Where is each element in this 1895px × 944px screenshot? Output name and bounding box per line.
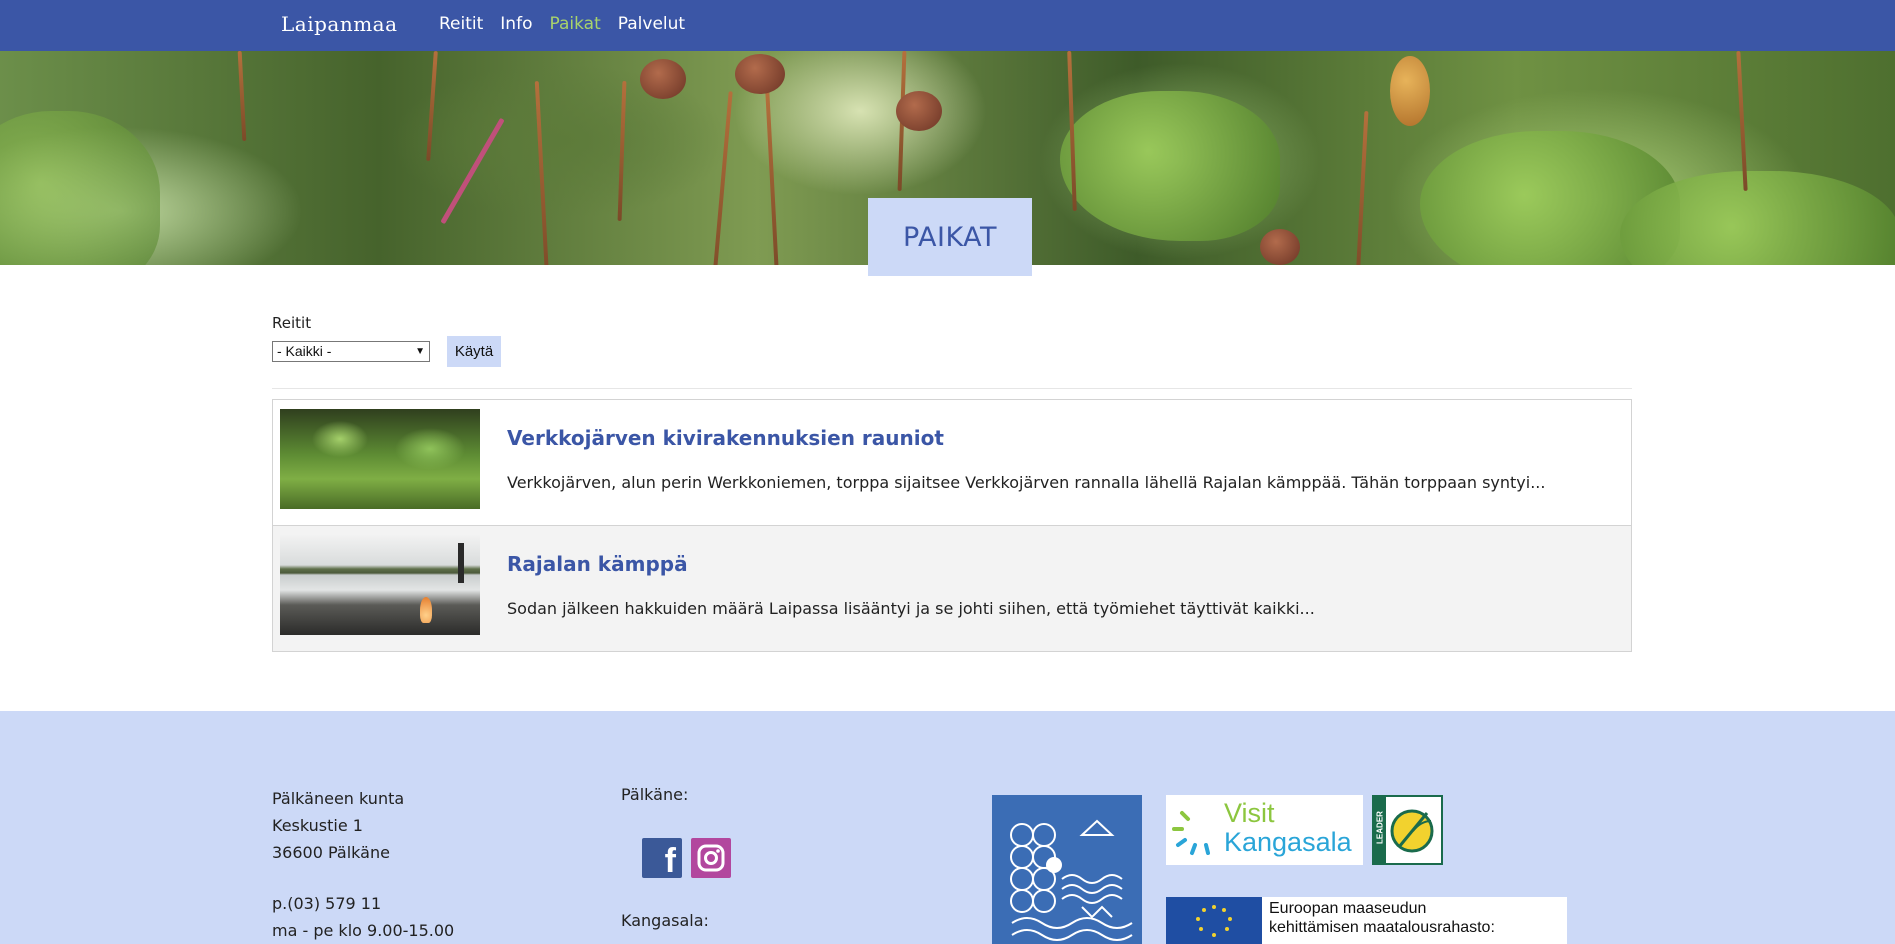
palkane-logo[interactable] [992, 795, 1142, 944]
visit-kangasala-logo[interactable]: Visit Kangasala [1166, 795, 1363, 865]
palkane-social-label: Pälkäne: [621, 785, 689, 804]
places-list: Verkkojärven kivirakennuksien rauniot Ve… [272, 399, 1632, 652]
nav-item-info[interactable]: Info [500, 14, 532, 34]
list-item[interactable]: Rajalan kämppä Sodan jälkeen hakkuiden m… [273, 526, 1631, 651]
social-links: f [642, 838, 731, 878]
footer-address: Pälkäneen kunta Keskustie 1 36600 Pälkän… [272, 785, 454, 944]
street-address: Keskustie 1 [272, 816, 363, 835]
top-navbar: Laipanmaa Reitit Info Paikat Palvelut [0, 0, 1895, 51]
leader-logo-text: LEADER [1375, 811, 1385, 844]
postal-address: 36600 Pälkäne [272, 843, 390, 862]
municipality-name: Pälkäneen kunta [272, 789, 405, 808]
place-excerpt: Sodan jälkeen hakkuiden määrä Laipassa l… [507, 599, 1315, 618]
leader-logo[interactable]: LEADER [1372, 795, 1443, 865]
nav-item-palvelut[interactable]: Palvelut [618, 14, 685, 34]
route-filter-selected: - Kaikki - [277, 343, 332, 359]
site-logo[interactable]: Laipanmaa [281, 12, 398, 36]
phone-number: p.(03) 579 11 [272, 894, 382, 913]
divider [272, 388, 1632, 389]
place-thumbnail-image[interactable] [280, 409, 480, 509]
place-title-link[interactable]: Rajalan kämppä [507, 552, 688, 576]
instagram-icon[interactable] [691, 838, 731, 878]
eu-flag-icon [1166, 897, 1262, 944]
page-title: PAIKAT [902, 221, 998, 253]
footer: Pälkäneen kunta Keskustie 1 36600 Pälkän… [0, 711, 1895, 944]
nav-item-reitit[interactable]: Reitit [439, 14, 483, 34]
eu-rural-fund-logo[interactable]: Euroopan maaseudun kehittämisen maatalou… [1166, 897, 1567, 944]
kangasala-social-label: Kangasala: [621, 911, 709, 930]
facebook-icon[interactable]: f [642, 838, 682, 878]
place-excerpt: Verkkojärven, alun perin Werkkoniemen, t… [507, 473, 1546, 492]
list-item[interactable]: Verkkojärven kivirakennuksien rauniot Ve… [273, 400, 1631, 526]
route-filter-select[interactable]: - Kaikki - ▼ [272, 341, 430, 362]
page-title-box: PAIKAT [868, 198, 1032, 276]
visit-kangasala-text: Visit Kangasala [1224, 798, 1352, 857]
dropdown-arrow-icon: ▼ [415, 346, 425, 357]
eu-fund-text: Euroopan maaseudun kehittämisen maatalou… [1269, 900, 1495, 936]
place-thumbnail-image[interactable] [280, 535, 480, 635]
place-title-link[interactable]: Verkkojärven kivirakennuksien rauniot [507, 426, 944, 450]
nav-item-paikat[interactable]: Paikat [549, 14, 600, 34]
opening-hours: ma - pe klo 9.00-15.00 [272, 921, 455, 940]
route-filter-label: Reitit [272, 314, 312, 332]
main-nav: Reitit Info Paikat Palvelut [439, 14, 702, 34]
apply-filter-button[interactable]: Käytä [447, 336, 501, 367]
